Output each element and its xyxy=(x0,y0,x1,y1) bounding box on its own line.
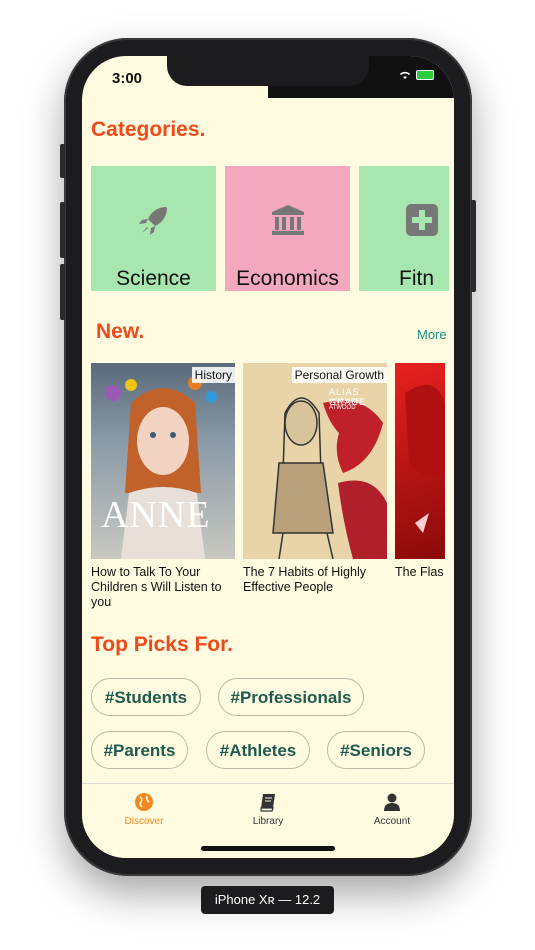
tag-seniors[interactable]: #Seniors xyxy=(327,731,425,769)
plus-square-icon xyxy=(406,204,438,236)
book-card[interactable]: ALIAS GRACE MARGARET ATWOOD Personal Gro… xyxy=(243,363,387,595)
book-category-badge: Personal Growth xyxy=(291,367,387,383)
tab-account[interactable]: Account xyxy=(352,792,432,827)
book-category-badge: History xyxy=(191,367,235,383)
status-icons xyxy=(398,70,434,80)
book-cover xyxy=(395,363,445,559)
book-title: How to Talk To Your Children s Will List… xyxy=(91,565,222,609)
cover-author: MARGARET ATWOOD xyxy=(329,399,363,411)
tag-professionals[interactable]: #Professionals xyxy=(218,678,364,716)
tag-athletes[interactable]: #Athletes xyxy=(206,731,310,769)
tag-students[interactable]: #Students xyxy=(91,678,201,716)
wifi-icon xyxy=(399,71,411,79)
book-card[interactable]: ANNE History How to Talk To Your Childre… xyxy=(91,363,235,610)
book-cover: ANNE History xyxy=(91,363,235,559)
power-button xyxy=(471,200,476,292)
book-card[interactable]: The Flas xyxy=(395,363,445,580)
device-label: iPhone Xʀ — 12.2 xyxy=(201,886,334,914)
category-label: Fitn xyxy=(399,267,435,290)
book-cover: ALIAS GRACE MARGARET ATWOOD Personal Gro… xyxy=(243,363,387,559)
battery-icon xyxy=(416,70,434,80)
rocket-icon xyxy=(139,207,167,235)
globe-icon xyxy=(135,793,153,811)
tab-label: Account xyxy=(373,816,411,827)
tab-library[interactable]: Library xyxy=(228,792,308,827)
user-icon xyxy=(384,793,400,811)
status-time: 3:00 xyxy=(112,70,143,87)
new-title: New. xyxy=(96,320,145,343)
volume-down-button xyxy=(60,264,65,320)
tab-discover[interactable]: Discover xyxy=(104,792,184,827)
notch xyxy=(167,56,369,86)
tab-label: Discover xyxy=(124,816,164,827)
more-link[interactable]: More xyxy=(417,327,447,342)
cover-title: ANNE xyxy=(101,494,211,536)
category-card-fitness[interactable]: Fitn xyxy=(359,166,449,291)
cover-art xyxy=(405,385,445,533)
book-title: The 7 Habits of Highly Effective People xyxy=(243,565,366,594)
tag-parents[interactable]: #Parents xyxy=(91,731,188,769)
app-screen: 3:00 Categories. Science Economics Fitn … xyxy=(82,56,454,858)
book-title: The Flas xyxy=(395,565,444,579)
category-label: Economics xyxy=(236,267,339,290)
category-card-economics[interactable]: Economics xyxy=(225,166,350,291)
categories-title: Categories. xyxy=(91,118,206,141)
tab-label: Library xyxy=(252,816,284,827)
home-indicator[interactable] xyxy=(201,846,335,851)
top-picks-title: Top Picks For. xyxy=(91,633,233,656)
mute-switch xyxy=(60,144,65,178)
book-icon xyxy=(260,794,275,812)
volume-up-button xyxy=(60,202,65,258)
category-label: Science xyxy=(116,267,191,290)
category-card-science[interactable]: Science xyxy=(91,166,216,291)
bank-icon xyxy=(272,205,304,235)
